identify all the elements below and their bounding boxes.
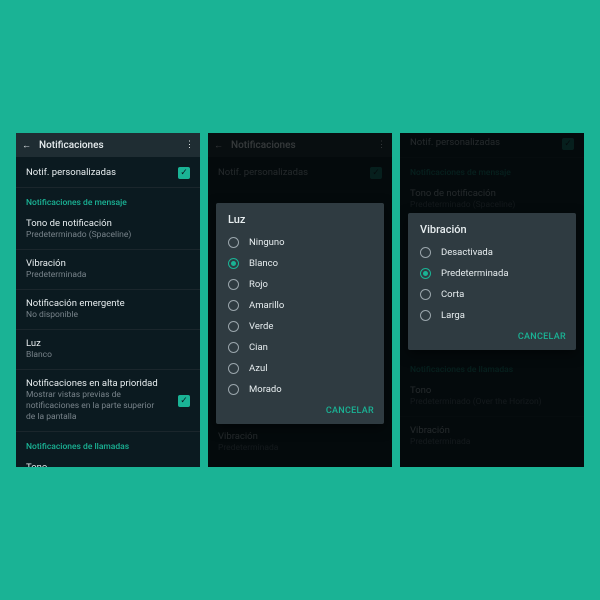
screenshot-panel-3: Notif. personalizadas ✓ Notificaciones d… — [400, 133, 584, 467]
option-label: Amarillo — [249, 300, 284, 311]
radio-icon — [228, 279, 239, 290]
dialog-actions: CANCELAR — [216, 400, 384, 420]
radio-option[interactable]: Azul — [216, 358, 384, 379]
vibration-dialog: Vibración Desactivada Predeterminada Corta… — [408, 213, 576, 350]
option-label: Morado — [249, 384, 282, 395]
toolbar: ← Notificaciones ⋮ — [16, 133, 200, 157]
radio-icon — [228, 384, 239, 395]
option-label: Blanco — [249, 258, 278, 269]
section-msg: Notificaciones de mensaje — [16, 190, 200, 212]
option-label: Azul — [249, 363, 268, 374]
radio-icon — [228, 237, 239, 248]
option-label: Verde — [249, 321, 273, 332]
light-row[interactable]: Luz Blanco — [16, 332, 200, 367]
radio-option[interactable]: Cian — [216, 337, 384, 358]
radio-icon — [420, 289, 431, 300]
option-label: Desactivada — [441, 247, 493, 258]
radio-icon — [228, 321, 239, 332]
settings-list: Notif. personalizadas ✓ Notificaciones d… — [16, 157, 200, 467]
options-list: Ninguno Blanco Rojo Amarillo Verde Cian Azul Mo… — [216, 232, 384, 400]
dialog-title: Luz — [216, 213, 384, 232]
radio-icon — [420, 310, 431, 321]
divider — [16, 187, 200, 188]
screenshot-panel-2: ← Notificaciones ⋮ Notif. personalizadas… — [208, 133, 392, 467]
section-call: Notificaciones de llamadas — [16, 434, 200, 456]
radio-option[interactable]: Ninguno — [216, 232, 384, 253]
vibration-row[interactable]: Vibración Predeterminada — [16, 252, 200, 287]
radio-option[interactable]: Blanco — [216, 253, 384, 274]
label: Notificación emergente — [26, 298, 190, 310]
option-label: Cian — [249, 342, 268, 353]
more-icon[interactable]: ⋮ — [185, 140, 194, 150]
checkbox-icon[interactable]: ✓ — [178, 395, 190, 407]
radio-option[interactable]: Morado — [216, 379, 384, 400]
option-label: Rojo — [249, 279, 268, 290]
radio-option[interactable]: Predeterminada — [408, 263, 576, 284]
radio-icon — [228, 342, 239, 353]
popup-row[interactable]: Notificación emergente No disponible — [16, 292, 200, 327]
label: Notif. personalizadas — [26, 167, 190, 179]
radio-icon — [228, 363, 239, 374]
custom-notif-row[interactable]: Notif. personalizadas ✓ — [16, 161, 200, 185]
options-list: Desactivada Predeterminada Corta Larga — [408, 242, 576, 326]
radio-option[interactable]: Verde — [216, 316, 384, 337]
radio-icon — [420, 247, 431, 258]
radio-option[interactable]: Amarillo — [216, 295, 384, 316]
checkbox-icon[interactable]: ✓ — [178, 167, 190, 179]
option-label: Corta — [441, 289, 464, 300]
cancel-button[interactable]: CANCELAR — [518, 332, 566, 342]
radio-option[interactable]: Corta — [408, 284, 576, 305]
radio-icon — [228, 300, 239, 311]
cancel-button[interactable]: CANCELAR — [326, 406, 374, 416]
option-label: Ninguno — [249, 237, 285, 248]
option-label: Larga — [441, 310, 465, 321]
option-label: Predeterminada — [441, 268, 509, 279]
radio-option[interactable]: Larga — [408, 305, 576, 326]
label: Tono — [26, 462, 190, 467]
dialog-title: Vibración — [408, 223, 576, 242]
label: Notificaciones en alta prioridad — [26, 378, 190, 390]
dialog-actions: CANCELAR — [408, 326, 576, 346]
value: Predeterminada — [26, 270, 190, 281]
divider — [16, 249, 200, 250]
toolbar-title: Notificaciones — [39, 140, 177, 151]
back-icon[interactable]: ← — [22, 140, 31, 151]
radio-icon — [228, 258, 239, 269]
divider — [16, 431, 200, 432]
label: Tono de notificación — [26, 218, 190, 230]
label: Vibración — [26, 258, 190, 270]
divider — [16, 329, 200, 330]
call-tone-row[interactable]: Tono Predeterminado (Over the Horizon) — [16, 456, 200, 467]
value: Mostrar vistas previas de notificaciones… — [26, 390, 156, 423]
high-priority-row[interactable]: Notificaciones en alta prioridad Mostrar… — [16, 372, 200, 429]
light-dialog: Luz Ninguno Blanco Rojo Amarillo Verde Cian Az… — [216, 203, 384, 424]
value: No disponible — [26, 310, 190, 321]
value: Predeterminado (Spaceline) — [26, 230, 190, 241]
divider — [16, 369, 200, 370]
label: Luz — [26, 338, 190, 350]
radio-icon — [420, 268, 431, 279]
value: Blanco — [26, 350, 190, 361]
divider — [16, 289, 200, 290]
radio-option[interactable]: Rojo — [216, 274, 384, 295]
notif-tone-row[interactable]: Tono de notificación Predeterminado (Spa… — [16, 212, 200, 247]
screenshot-panel-1: ← Notificaciones ⋮ Notif. personalizadas… — [16, 133, 200, 467]
radio-option[interactable]: Desactivada — [408, 242, 576, 263]
